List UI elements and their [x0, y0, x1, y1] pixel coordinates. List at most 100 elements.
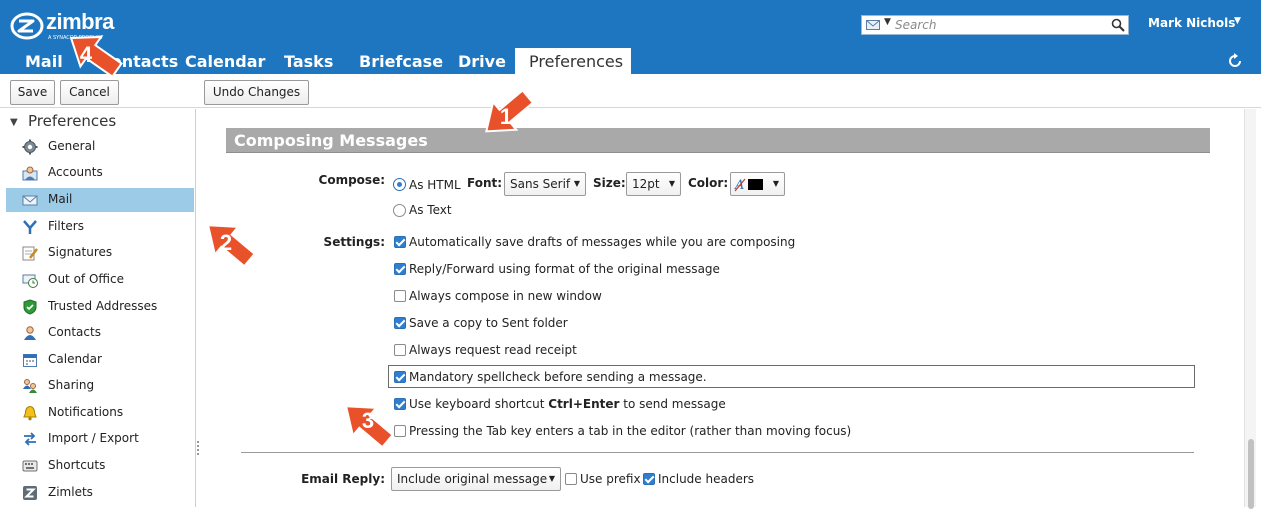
ctrl-enter-text-post: to send message: [619, 397, 726, 411]
size-select-value: 12pt: [632, 177, 660, 191]
auto-save-drafts-label[interactable]: Automatically save drafts of messages wh…: [409, 235, 795, 249]
callout-number-3: 3: [362, 408, 374, 433]
sidebar-title: Preferences: [28, 112, 117, 130]
use-prefix-checkbox[interactable]: [565, 473, 577, 485]
scrollbar-thumb[interactable]: [1248, 439, 1254, 509]
mandatory-spellcheck-label[interactable]: Mandatory spellcheck before sending a me…: [409, 370, 707, 384]
mandatory-spellcheck-checkbox[interactable]: [394, 371, 406, 383]
sidebar-item-filters[interactable]: Filters: [6, 215, 194, 239]
callout-number-1: 1: [500, 104, 512, 129]
tab-drive[interactable]: Drive: [445, 48, 519, 74]
user-menu[interactable]: Mark Nichols: [1148, 16, 1235, 30]
search-icon[interactable]: [1111, 18, 1125, 32]
font-select[interactable]: Sans Serif ▼: [504, 172, 586, 196]
auto-save-drafts-checkbox[interactable]: [394, 236, 406, 248]
include-headers-label[interactable]: Include headers: [658, 472, 754, 486]
compose-as-html-radio[interactable]: [393, 178, 406, 191]
color-picker[interactable]: A ▼: [730, 172, 785, 196]
refresh-icon[interactable]: [1226, 52, 1244, 70]
dropdown-arrow-icon: ▼: [548, 474, 555, 483]
sidebar-item-import-export[interactable]: Import / Export: [6, 427, 194, 451]
sidebar-item-label: Trusted Addresses: [48, 299, 158, 313]
preferences-sidebar: ▼ Preferences General Accounts Mail Filt…: [0, 109, 196, 507]
save-copy-sent-label[interactable]: Save a copy to Sent folder: [409, 316, 568, 330]
font-select-value: Sans Serif: [510, 177, 571, 191]
sidebar-item-notifications[interactable]: Notifications: [6, 401, 194, 425]
ctrl-enter-shortcut-text: Ctrl+Enter: [548, 397, 620, 411]
tab-preferences[interactable]: Preferences: [515, 48, 631, 74]
zimlets-icon: [23, 486, 37, 500]
accounts-icon: [22, 166, 38, 181]
font-color-icon: A: [734, 178, 763, 193]
shield-icon: [23, 299, 37, 315]
reply-forward-format-label[interactable]: Reply/Forward using format of the origin…: [409, 262, 720, 276]
import-export-icon: [24, 432, 36, 446]
sidebar-item-sharing[interactable]: Sharing: [6, 374, 194, 398]
content-scrollbar[interactable]: [1244, 109, 1256, 509]
top-bar: zimbra A SYNACOR PRODUCT ▼ Mark Nichols …: [0, 0, 1261, 74]
sidebar-item-out-of-office[interactable]: Out of Office: [6, 268, 194, 292]
search-scope-mail-icon[interactable]: [866, 20, 880, 30]
search-scope-dropdown-icon[interactable]: ▼: [884, 17, 891, 27]
save-copy-sent-checkbox[interactable]: [394, 317, 406, 329]
tab-briefcase[interactable]: Briefcase: [346, 48, 456, 74]
sidebar-item-general[interactable]: General: [6, 135, 194, 159]
tab-tasks[interactable]: Tasks: [271, 48, 346, 74]
size-select[interactable]: 12pt ▼: [626, 172, 681, 196]
sidebar-item-contacts[interactable]: Contacts: [6, 321, 194, 345]
gear-icon: [22, 139, 38, 155]
compose-new-window-checkbox[interactable]: [394, 290, 406, 302]
out-of-office-icon: [22, 274, 38, 288]
sidebar-item-label: Import / Export: [48, 431, 139, 445]
sidebar-item-accounts[interactable]: Accounts: [6, 161, 194, 185]
reply-forward-format-checkbox[interactable]: [394, 263, 406, 275]
sidebar-item-label: Accounts: [48, 165, 103, 179]
sidebar-item-label: Signatures: [48, 245, 113, 259]
sidebar-item-calendar[interactable]: Calendar: [6, 348, 194, 372]
save-button[interactable]: Save: [10, 80, 55, 105]
include-headers-checkbox[interactable]: [643, 473, 655, 485]
font-label: Font:: [467, 176, 503, 190]
sidebar-item-label: Shortcuts: [48, 458, 106, 472]
callout-arrow-4: 4: [69, 35, 123, 79]
sidebar-item-zimlets[interactable]: Zimlets: [6, 481, 194, 505]
contacts-icon: [24, 326, 36, 340]
sidebar-item-label: General: [48, 139, 96, 153]
compose-as-text-radio[interactable]: [393, 204, 406, 217]
sidebar-item-trusted-addresses[interactable]: Trusted Addresses: [6, 295, 194, 319]
collapse-triangle-icon[interactable]: ▼: [10, 117, 18, 128]
sharing-icon: [23, 379, 37, 393]
section-header: Composing Messages: [226, 128, 1210, 153]
ctrl-enter-send-label[interactable]: Use keyboard shortcut Ctrl+Enter to send…: [409, 397, 726, 411]
compose-new-window-label[interactable]: Always compose in new window: [409, 289, 602, 303]
search-box[interactable]: ▼: [861, 15, 1129, 35]
sidebar-item-shortcuts[interactable]: Shortcuts: [6, 454, 194, 478]
read-receipt-label[interactable]: Always request read receipt: [409, 343, 577, 357]
callout-arrow-1: 1: [485, 89, 535, 133]
keyboard-icon: [22, 460, 38, 472]
read-receipt-checkbox[interactable]: [394, 344, 406, 356]
use-prefix-label[interactable]: Use prefix: [580, 472, 641, 486]
callout-number-4: 4: [80, 42, 93, 67]
sidebar-item-signatures[interactable]: Signatures: [6, 241, 194, 265]
tab-calendar[interactable]: Calendar: [172, 48, 278, 74]
email-reply-select-value: Include original message: [397, 472, 548, 486]
calendar-icon: [23, 354, 37, 367]
color-label: Color:: [688, 176, 729, 190]
sidebar-item-label: Out of Office: [48, 272, 124, 286]
sidebar-item-mail[interactable]: Mail: [6, 188, 194, 212]
sidebar-item-label: Sharing: [48, 378, 95, 392]
sidebar-resize-handle[interactable]: [196, 440, 200, 456]
ctrl-enter-text-pre: Use keyboard shortcut: [409, 397, 549, 411]
filter-icon: [23, 220, 37, 234]
email-reply-label: Email Reply:: [301, 472, 385, 486]
user-menu-dropdown-icon[interactable]: ▼: [1234, 16, 1241, 26]
sidebar-item-label: Notifications: [48, 405, 124, 419]
compose-as-text-label[interactable]: As Text: [409, 203, 452, 217]
compose-as-html-label[interactable]: As HTML: [409, 178, 461, 192]
email-reply-select[interactable]: Include original message ▼: [391, 467, 561, 491]
undo-changes-button[interactable]: Undo Changes: [204, 80, 309, 105]
sidebar-item-label: Filters: [48, 219, 84, 233]
search-input[interactable]: [895, 17, 1095, 33]
tab-key-editor-label[interactable]: Pressing the Tab key enters a tab in the…: [409, 424, 851, 438]
